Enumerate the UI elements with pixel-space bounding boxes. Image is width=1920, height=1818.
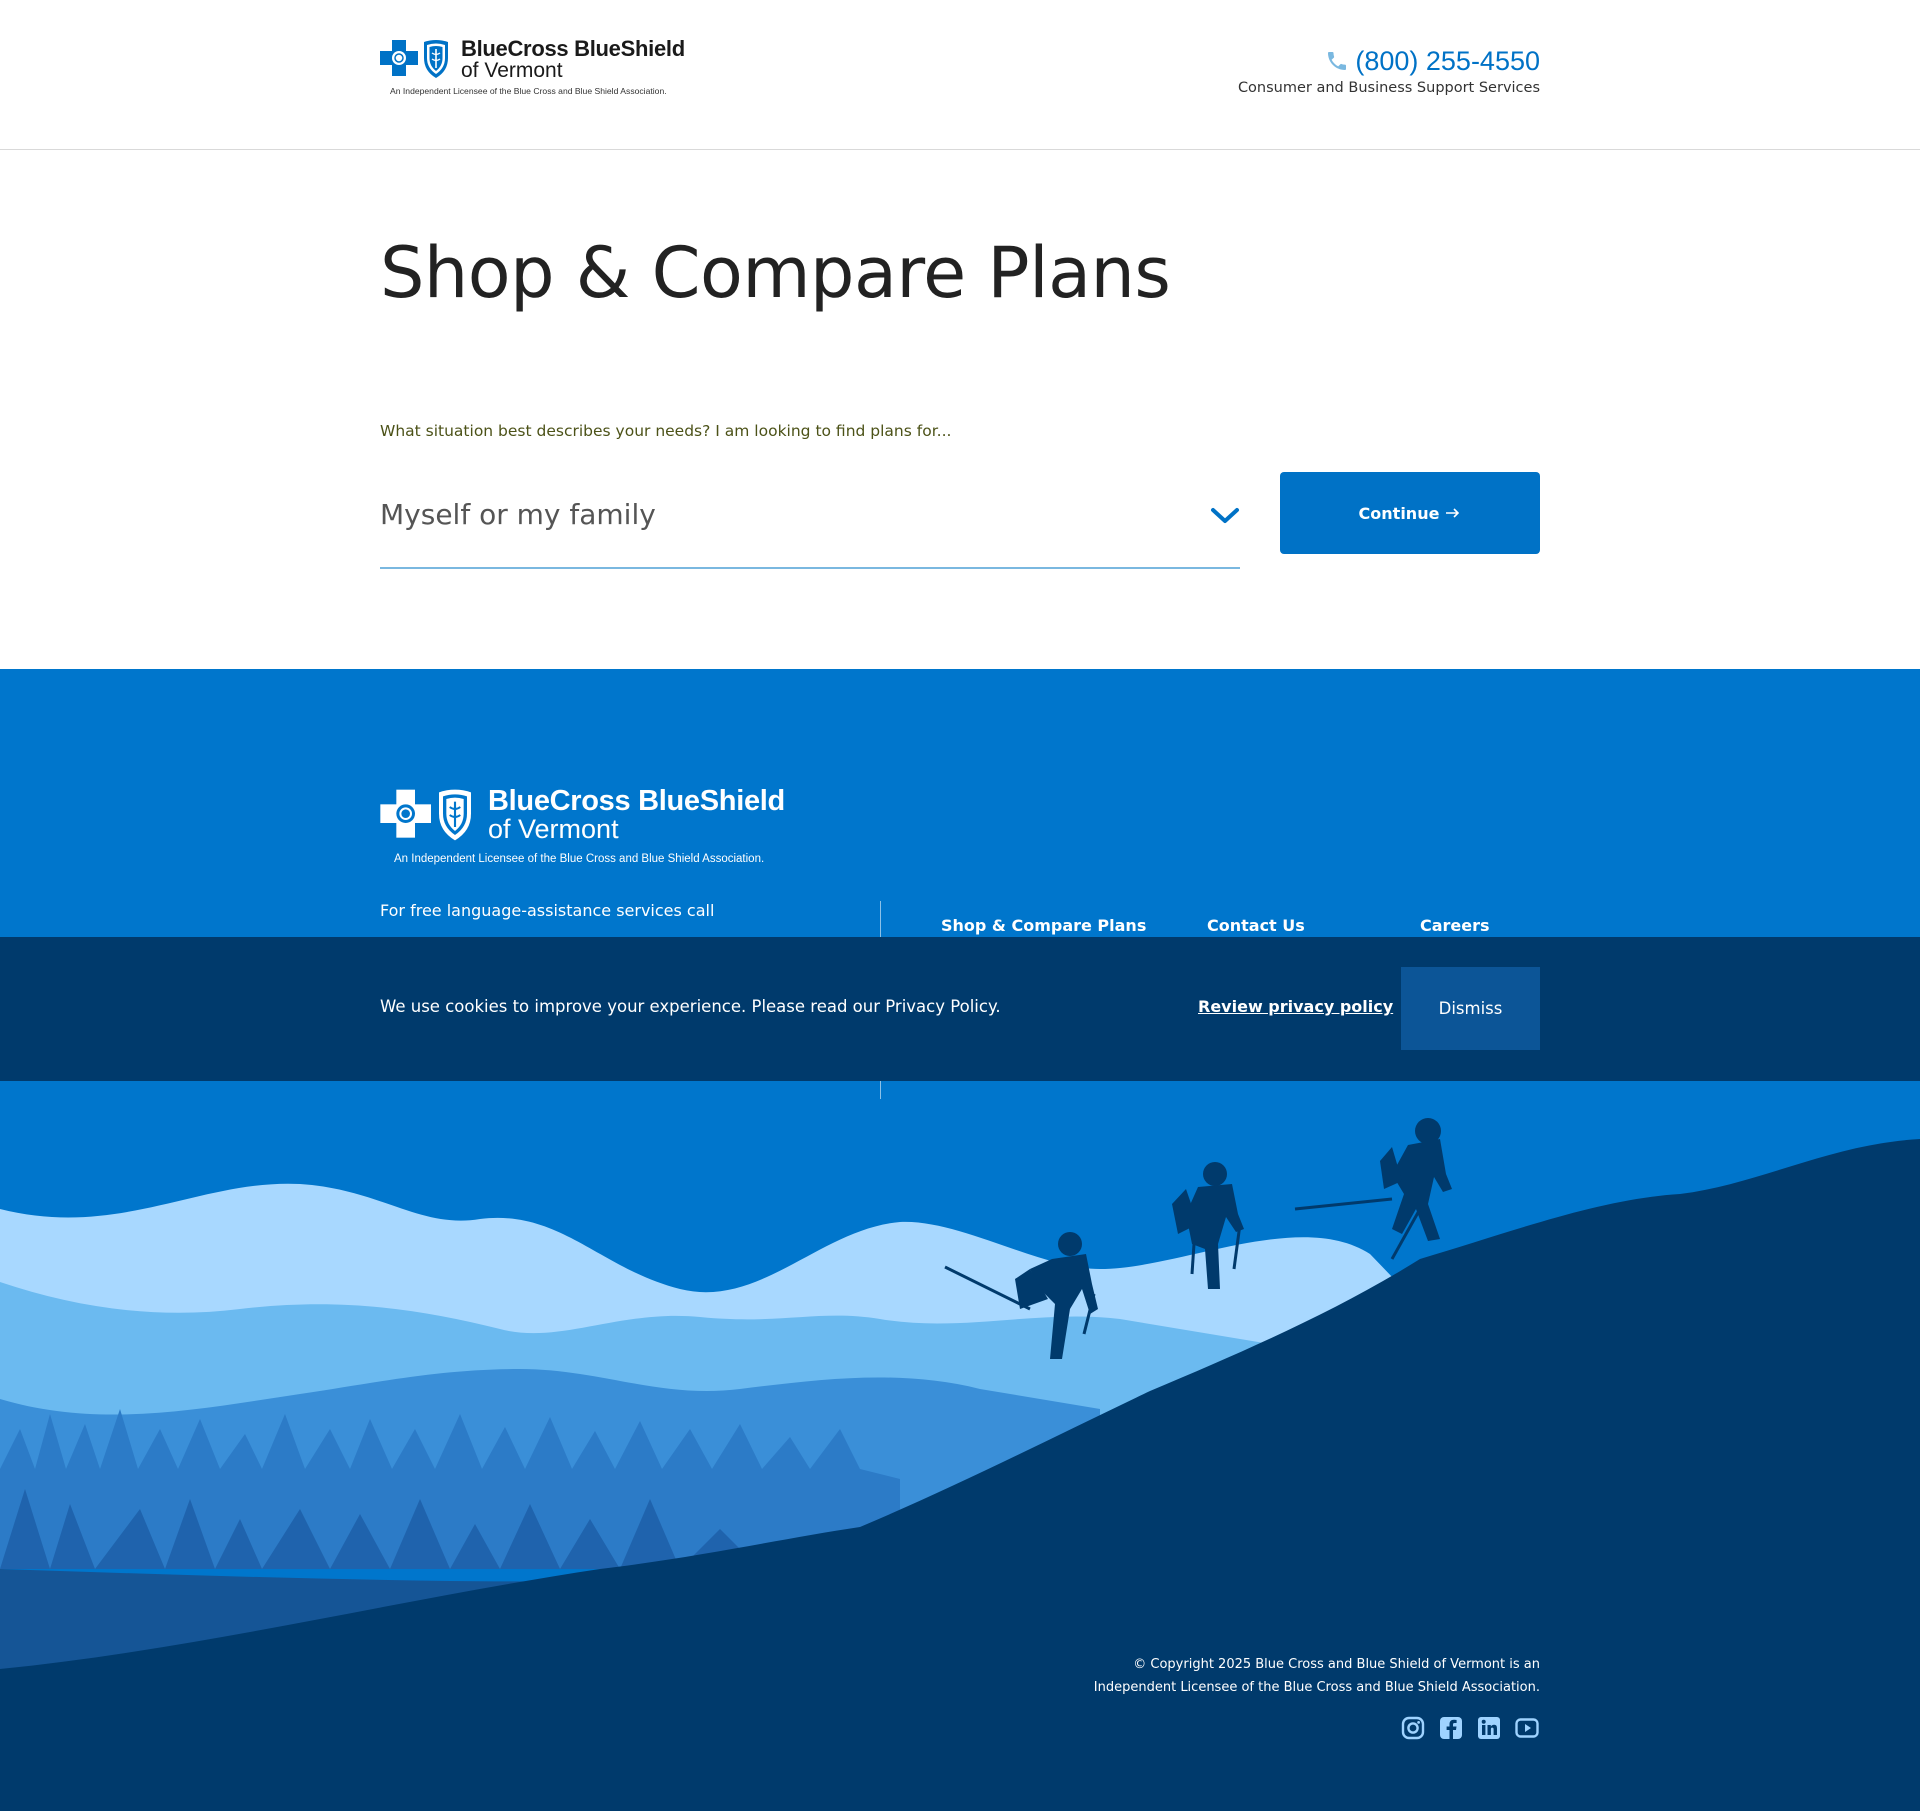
situation-question: What situation best describes your needs… bbox=[380, 422, 952, 440]
bcbs-logo-icon bbox=[380, 40, 448, 78]
review-privacy-policy-link[interactable]: Review privacy policy bbox=[1198, 997, 1393, 1016]
page-title: Shop & Compare Plans bbox=[380, 232, 1171, 314]
copyright-line-1: © Copyright 2025 Blue Cross and Blue Shi… bbox=[1133, 1657, 1540, 1672]
social-links bbox=[1400, 1715, 1540, 1741]
copyright-line-2: Independent Licensee of the Blue Cross a… bbox=[1093, 1680, 1540, 1695]
footer-logo-sub: of Vermont bbox=[488, 814, 619, 844]
phone-number-link[interactable]: (800) 255-4550 bbox=[1355, 44, 1540, 78]
cookie-banner: We use cookies to improve your experienc… bbox=[0, 937, 1920, 1081]
site-logo[interactable]: BlueCross BlueShield of Vermont An Indep… bbox=[380, 36, 690, 100]
youtube-icon[interactable] bbox=[1514, 1715, 1540, 1741]
phone-icon bbox=[1328, 52, 1347, 70]
continue-label: Continue bbox=[1358, 503, 1440, 523]
bcbs-logo-white-icon bbox=[380, 789, 471, 841]
site-footer: BlueCross BlueShield of Vermont An Indep… bbox=[0, 669, 1920, 1818]
site-header: BlueCross BlueShield of Vermont An Indep… bbox=[0, 0, 1920, 150]
hikers-mountain-illustration bbox=[0, 1118, 1920, 1818]
copyright-text: © Copyright 2025 Blue Cross and Blue Shi… bbox=[1094, 1653, 1540, 1699]
footer-link-contact[interactable]: Contact Us bbox=[1207, 916, 1305, 935]
situation-select-value: Myself or my family bbox=[380, 498, 656, 531]
footer-link-careers[interactable]: Careers bbox=[1420, 916, 1490, 935]
footer-link-shop[interactable]: Shop & Compare Plans bbox=[941, 916, 1146, 935]
phone-subtitle: Consumer and Business Support Services bbox=[1237, 80, 1540, 96]
phone-contact: (800) 255-4550 Consumer and Business Sup… bbox=[1238, 44, 1540, 96]
cookie-message: We use cookies to improve your experienc… bbox=[380, 997, 1001, 1016]
chevron-down-icon bbox=[1211, 508, 1239, 523]
footer-logo[interactable]: BlueCross BlueShield of Vermont An Indep… bbox=[380, 785, 800, 871]
logo-tagline: An Independent Licensee of the Blue Cros… bbox=[390, 86, 667, 96]
footer-logo-tagline: An Independent Licensee of the Blue Cros… bbox=[394, 853, 765, 865]
instagram-icon[interactable] bbox=[1400, 1715, 1426, 1741]
situation-select[interactable]: Myself or my family bbox=[380, 488, 1240, 569]
language-assistance-text: For free language-assistance services ca… bbox=[380, 901, 715, 920]
dismiss-button[interactable]: Dismiss bbox=[1401, 967, 1540, 1050]
continue-button[interactable]: Continue bbox=[1280, 472, 1540, 554]
logo-sub-text: of Vermont bbox=[461, 59, 563, 82]
facebook-icon[interactable] bbox=[1438, 1715, 1464, 1741]
arrow-right-icon bbox=[1446, 508, 1460, 518]
linkedin-icon[interactable] bbox=[1476, 1715, 1502, 1741]
page-bottom-edge bbox=[0, 1811, 1920, 1818]
